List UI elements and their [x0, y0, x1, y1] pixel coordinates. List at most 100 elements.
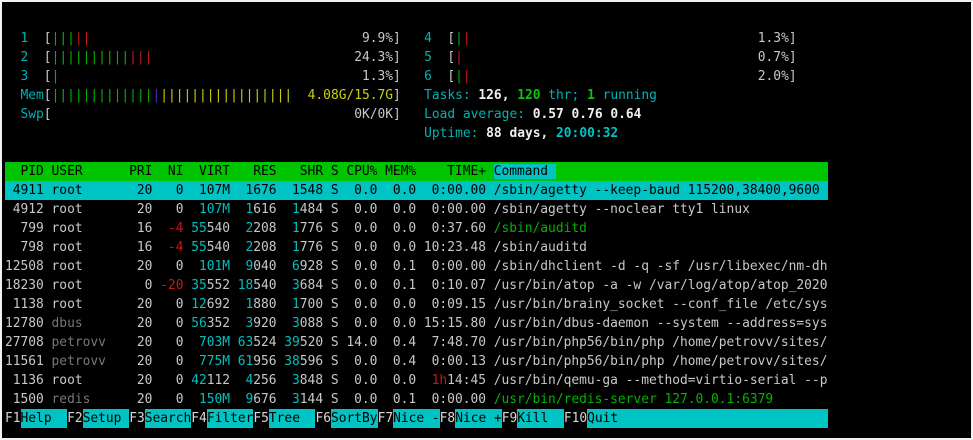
process-row-1500[interactable]: 1500 redis 20 0 150M 9676 3144 S 0.0 0.1 0:00.00/u… [5, 390, 828, 409]
memory-meter: Mem[||||||||||||||||||||||||||||||| 4.08G… [21, 86, 401, 105]
process-row-1138[interactable]: 1138 root 20 0 12692 1880 1700 S 0.0 0.0 0:09.15/u… [5, 295, 828, 314]
col-header-ni[interactable]: NI [160, 162, 184, 181]
fkey-f10-quit[interactable]: F10 Quit [564, 409, 828, 428]
col-header-cpu[interactable]: CPU% [346, 162, 377, 181]
fkey-f3-search[interactable]: F3 Search [129, 409, 192, 428]
fkey-f6-sortby[interactable]: F6 SortBy [315, 409, 378, 428]
bar-segment: |||||||||| [51, 50, 130, 65]
fkey-label: Filter [206, 409, 254, 428]
cpu-meter-3-bar: | 1.3% [52, 67, 393, 86]
process-row-11561[interactable]: 11561 petrovv 20 0 775M 61956 38596 S 0.0 0.4 0:00… [5, 352, 828, 371]
meter-close-bracket: ] [788, 31, 797, 46]
fkey-label: Nice + [455, 409, 502, 428]
meter-bars: ||||||||||||||||||||||||||||||| [52, 86, 293, 105]
col-header-pri[interactable]: PRI [129, 162, 152, 181]
meter-caption: 5 [424, 50, 432, 65]
cpu-meter-1: 1[||||| 9.9%] [21, 29, 401, 48]
process-row-799[interactable]: 799 root 16 -4 55540 2208 1776 S 0.0 0.0 0:37.60/s… [5, 219, 828, 238]
value-low-part: 520 [299, 335, 324, 350]
cell-virt: 703M [191, 333, 230, 352]
cell-mem-percent: 0.0 [392, 316, 417, 331]
time-rest-part: 0:00.00 [431, 259, 486, 274]
cell-res: 61956 [238, 352, 277, 371]
text-segment: 0.76 [571, 107, 611, 122]
value-low-part: 540 [206, 240, 230, 255]
process-row-1136[interactable]: 1136 root 20 0 42112 4256 3848 S 0.0 0.0 1h14:45/u… [5, 371, 828, 390]
cell-priority: 20 [136, 316, 153, 331]
cell-user: root [51, 373, 83, 388]
meter-open-bracket: [ [43, 69, 52, 84]
cell-time: 0:00.00 [424, 390, 486, 409]
value-low-part: 256 [253, 373, 277, 388]
fkey-f7-nice[interactable]: F7 Nice - [378, 409, 440, 428]
col-header-time[interactable]: TIME+ [424, 162, 486, 181]
terminal-content: 1[||||| 9.9%] 2[||||||||||||| 24.3%] 3[| 1.3%… [5, 29, 828, 428]
text-segment: Uptime: [424, 126, 487, 141]
cpu-meter-5-bar: | 0.7% [455, 48, 789, 67]
col-header-pid[interactable]: PID [5, 162, 44, 181]
process-row-4911[interactable]: 4911 root 20 0 107M 1676 1548 S 0.0 0.0 0:00.00/sb… [5, 181, 828, 200]
cpu-meter-4: 4[|| 1.3%] [424, 29, 797, 48]
col-header-cmd[interactable]: Command [493, 162, 828, 181]
fkey-f8-nice[interactable]: F8 Nice + [440, 409, 502, 428]
cell-pid: 11561 [5, 354, 44, 369]
col-header-user[interactable]: USER [52, 162, 122, 181]
time-rest-part: 0:10.07 [431, 278, 486, 293]
col-header-s[interactable]: S [331, 162, 339, 181]
cell-user: petrovv [51, 335, 106, 350]
process-row-4912[interactable]: 4912 root 20 0 107M 1616 1484 S 0.0 0.0 0:00.00/sb… [5, 200, 828, 219]
cpu-meter-4-bar: || 1.3% [455, 29, 789, 48]
cell-command: /usr/bin/brainy_socket --conf_file /etc/… [493, 297, 828, 312]
meter-bars: ||||||||||||| [52, 48, 153, 67]
cell-mem-percent: 0.0 [392, 297, 417, 312]
time-hours-part: 1h [431, 373, 448, 388]
process-row-798[interactable]: 798 root 16 -4 55540 2208 1776 S 0.0 0.0 10:23.48 /… [5, 238, 828, 257]
meter-caption: Swp [20, 107, 44, 122]
fkey-f4-filter[interactable]: F4 Filter [191, 409, 254, 428]
cell-priority: 20 [136, 183, 153, 198]
cell-pid: 4912 [12, 202, 44, 217]
cell-priority: 0 [144, 278, 153, 293]
cell-command: /usr/bin/qemu-ga --method=virtio-serial … [493, 373, 828, 388]
process-row-18230[interactable]: 18230 root 0 -20 35552 18540 3684 S 0.0 0.1 0:10.0… [5, 276, 828, 295]
col-header-shr[interactable]: SHR [284, 162, 323, 181]
text-segment: 1 [587, 88, 595, 103]
col-header-virt[interactable]: VIRT [191, 162, 230, 181]
fkey-f2-setup[interactable]: F2 Setup [67, 409, 130, 428]
text-segment: Tasks: [424, 88, 479, 103]
meter-open-bracket: [ [43, 31, 52, 46]
col-header-mem[interactable]: MEM% [385, 162, 416, 181]
value-high-part: 3 [292, 373, 300, 388]
process-row-27708[interactable]: 27708 petrovv 20 0 703M 63524 39520 S 14.0 0.4 7:4… [5, 333, 828, 352]
fkey-f5-tree[interactable]: F5 Tree [253, 409, 316, 428]
process-row-12508[interactable]: 12508 root 20 0 101M 9040 6928 S 0.0 0.1 0:00.00/s… [5, 257, 828, 276]
fkey-f9-kill[interactable]: F9 Kill [502, 409, 564, 428]
cell-shr: 39520 [284, 333, 323, 352]
fkey-label: Quit [587, 409, 828, 428]
value-low-part: 848 [299, 373, 324, 388]
meter-caption: 1 [20, 31, 29, 46]
col-header-res[interactable]: RES [238, 162, 276, 181]
value-high-part: 12 [191, 297, 207, 312]
cell-virt: 107M [191, 200, 230, 219]
value-high-part: 3 [292, 278, 300, 293]
value-high-part: 107M [198, 183, 230, 198]
cell-priority: 20 [136, 297, 153, 312]
cell-cpu-percent: 0.0 [354, 392, 378, 407]
cell-virt: 150M [191, 390, 230, 409]
value-high-part: 703M [198, 335, 230, 350]
fkey-f1-help[interactable]: F1 Help [5, 409, 68, 428]
value-low-part: 616 [253, 202, 277, 217]
fkey-number: F8 [439, 411, 456, 426]
cpu-meter-4-value: 1.3% [757, 31, 789, 46]
process-row-12780[interactable]: 12780 dbus 20 0 56352 3920 3088 S 0.0 0.0 15:15.80… [5, 314, 828, 333]
text-segment: 126, [478, 88, 518, 103]
process-table: PID USER PRI NI VIRT RES SHR S CPU% MEM% TIME+ Comm… [5, 162, 828, 409]
meter-open-bracket: [ [43, 88, 52, 103]
value-low-part: 880 [253, 297, 277, 312]
cell-command: /usr/bin/php56/bin/php /home/petrovv/sit… [493, 335, 828, 350]
cell-user: root [51, 202, 83, 217]
cell-cpu-percent: 0.0 [354, 297, 378, 312]
cell-nice: 0 [175, 183, 184, 198]
